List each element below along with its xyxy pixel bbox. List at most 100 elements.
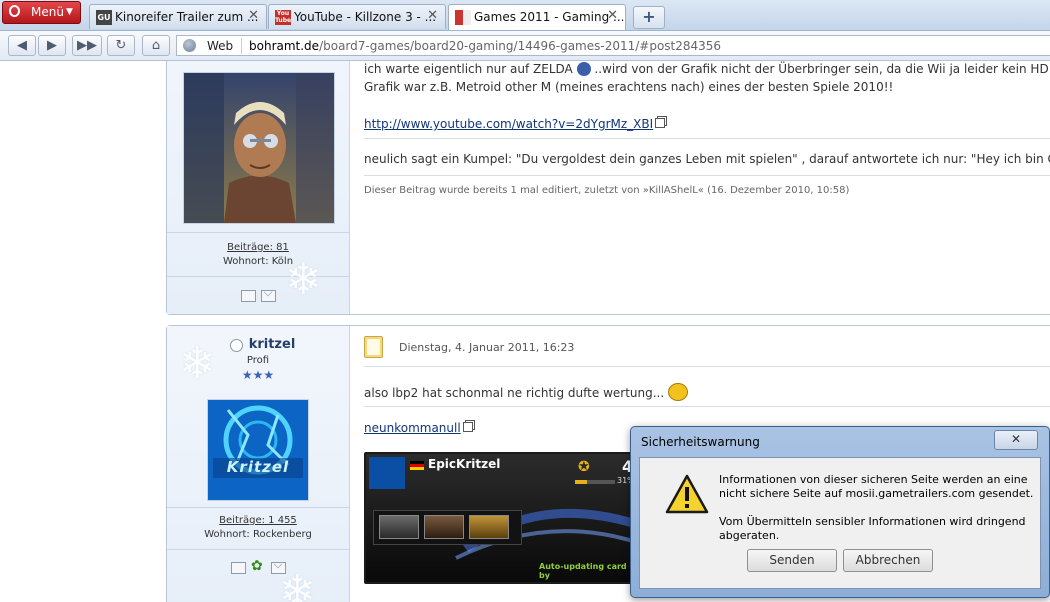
arrow-right-icon: ▶ (47, 38, 57, 53)
psn-name: EpicKritzel (428, 457, 501, 471)
chevron-down-icon: ▼ (66, 7, 73, 17)
address-scheme-label: Web (207, 39, 234, 53)
post-document-icon (364, 336, 383, 358)
post-text-line: ich warte eigentlich nur auf ZELDA ..wir… (364, 62, 1050, 76)
tab-close-icon[interactable]: ✕ (607, 8, 618, 23)
tab-youtube[interactable]: You Tube YouTube - Killzone 3 - ... ✕ (268, 4, 446, 29)
psn-avatar (369, 457, 405, 489)
snowflake-icon: ❄ (279, 566, 316, 602)
snowflake-icon: ❄ (285, 254, 322, 305)
dialog-message-line: abgeraten. (719, 529, 780, 542)
game-icon (469, 515, 509, 539)
cancel-button[interactable]: Abbrechen (843, 549, 933, 572)
opera-menu-button[interactable]: Menü ▼ (2, 1, 81, 24)
youtube-favicon-icon: You Tube (275, 10, 292, 25)
post-count-link[interactable]: Beiträge: 81 (227, 242, 289, 253)
address-divider (241, 38, 242, 54)
address-field[interactable]: Web bohramt.de/board7-games/board20-gami… (176, 35, 1050, 56)
dialog-message-line: Informationen von dieser sicheren Seite … (719, 473, 1028, 486)
dialog-body: Informationen von dieser sicheren Seite … (639, 457, 1041, 589)
edit-note: Dieser Beitrag wurde bereits 1 mal editi… (364, 185, 850, 196)
reload-button[interactable]: ↻ (107, 35, 135, 56)
germany-flag-icon (410, 461, 424, 470)
post-date: Dienstag, 4. Januar 2011, 16:23 (399, 341, 575, 354)
menu-label: Menü (31, 5, 64, 19)
tab-bar: Menü ▼ GU Kinoreifer Trailer zum ... ✕ Y… (0, 0, 1050, 31)
address-url: bohramt.de/board7-games/board20-gaming/1… (249, 39, 721, 53)
tab-close-icon[interactable]: ✕ (248, 8, 259, 23)
author-rank: Profi (246, 355, 270, 366)
home-button[interactable]: ⌂ (142, 35, 170, 56)
new-tab-button[interactable]: + (633, 6, 665, 29)
header-divider (364, 366, 1050, 367)
forum-post: Beiträge: 81 Wohnort: Köln ❄ ich warte e… (166, 61, 1050, 315)
tab-title: Games 2011 - Gaming ... (474, 10, 625, 24)
game-icon (379, 515, 419, 539)
psn-footer: Auto-updating card by (539, 562, 627, 580)
tab-title: YouTube - Killzone 3 - ... (294, 10, 437, 24)
dialog-close-button[interactable]: ✕ (994, 430, 1038, 450)
send-button[interactable]: Senden (747, 549, 837, 572)
sidebar-divider (167, 232, 349, 233)
home-icon: ⌂ (151, 38, 161, 53)
signature-divider (364, 138, 1050, 139)
arrow-left-icon: ◀ (17, 38, 27, 53)
post-text-part: ich warte eigentlich nur auf ZELDA (364, 62, 573, 76)
post-count-link[interactable]: Beiträge: 1 455 (219, 515, 297, 526)
youtube-link-line: http://www.youtube.com/watch?v=2dYgrMz_X… (364, 117, 666, 131)
avatar-text: Kritzel (226, 458, 290, 476)
fast-forward-icon: ▶▶ (77, 38, 97, 53)
navigation-bar: ◀ ▶ ▶▶ ↻ ⌂ Web bohramt.de/board7-games/b… (0, 31, 1050, 61)
signature-link[interactable]: neunkommanull (364, 421, 461, 435)
wii-smiley-icon (576, 62, 591, 76)
author-post-count[interactable]: Beiträge: 1 455 (167, 515, 349, 526)
signature-link-line: neunkommanull (364, 421, 473, 435)
psn-progress-fill (575, 480, 588, 484)
security-warning-dialog: Sicherheitswarnung ✕ Informationen von d… (630, 426, 1050, 598)
dialog-message-line: nicht sichere Seite auf mosii.gametraile… (719, 487, 1034, 500)
author-post-count[interactable]: Beiträge: 81 (167, 242, 349, 253)
dialog-title: Sicherheitswarnung (641, 435, 760, 449)
dialog-message-line: Vom Übermitteln sensibler Informationen … (719, 515, 1026, 528)
profile-card-icon[interactable] (231, 562, 246, 574)
author-location: Wohnort: Rockenberg (204, 529, 312, 540)
signature-divider (364, 406, 1050, 407)
game-icon (424, 515, 464, 539)
sidebar-divider (167, 507, 349, 508)
post-text-line: Grafik war z.B. Metroid other M (meines … (364, 80, 894, 94)
envelope-icon[interactable] (261, 290, 276, 302)
reload-icon: ↻ (115, 38, 127, 53)
rank-stars-icon: ★★★ (241, 368, 275, 382)
post-text-part: also lbp2 hat schonmal ne richtig dufte … (364, 386, 665, 400)
tab-games-2011[interactable]: Games 2011 - Gaming ... ✕ (448, 4, 626, 30)
edit-note-divider (364, 175, 1050, 176)
trophy-star-icon: ✪ (578, 459, 590, 475)
tab-close-icon[interactable]: ✕ (427, 8, 438, 23)
post-text-part: ..wird von der Grafik nicht der Überbrin… (594, 62, 1050, 76)
psn-progress-bar (575, 480, 615, 484)
clover-icon[interactable]: ✿ (251, 558, 263, 574)
url-path: /board7-games/board20-gaming/14496-games… (319, 39, 722, 53)
psn-card[interactable]: EpicKritzel ✪ 4 31% Auto-updating card b… (364, 452, 638, 584)
forward-button[interactable]: ▶ (38, 35, 66, 56)
tab-title: Kinoreifer Trailer zum ... (115, 10, 259, 24)
post-author-sidebar: Beiträge: 81 Wohnort: Köln ❄ (167, 61, 350, 314)
avatar (183, 72, 335, 224)
warning-icon (665, 474, 709, 514)
gu-favicon-icon: GU (96, 10, 112, 25)
avatar: Kritzel (207, 399, 309, 501)
profile-card-icon[interactable] (241, 290, 256, 302)
nerd-smiley-icon (668, 383, 689, 401)
youtube-link[interactable]: http://www.youtube.com/watch?v=2dYgrMz_X… (364, 117, 653, 131)
url-host: bohramt.de (249, 39, 320, 53)
signature-text: neulich sagt ein Kumpel: "Du vergoldest … (364, 152, 1050, 166)
post-text: also lbp2 hat schonmal ne richtig dufte … (364, 383, 689, 401)
external-link-icon (655, 118, 666, 128)
tab-kinoreifer[interactable]: GU Kinoreifer Trailer zum ... ✕ (89, 4, 267, 29)
opera-logo-icon (9, 5, 20, 17)
author-name-link[interactable]: kritzel (249, 337, 296, 352)
author-name[interactable]: kritzel (181, 337, 363, 352)
sidebar-divider (167, 549, 349, 550)
fast-forward-button[interactable]: ▶▶ (72, 35, 102, 56)
back-button[interactable]: ◀ (8, 35, 36, 56)
